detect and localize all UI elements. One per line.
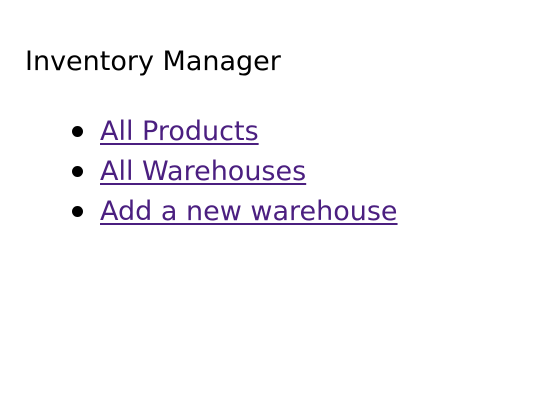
nav-item-add-warehouse: Add a new warehouse <box>72 193 398 233</box>
bullet-icon <box>72 206 83 217</box>
bullet-icon <box>72 126 83 137</box>
all-warehouses-link[interactable]: All Warehouses <box>100 156 306 187</box>
app-title: Inventory Manager <box>25 46 281 77</box>
bullet-icon <box>72 166 83 177</box>
add-warehouse-link[interactable]: Add a new warehouse <box>100 196 398 227</box>
all-products-link[interactable]: All Products <box>100 116 259 147</box>
nav-item-all-products: All Products <box>72 113 398 153</box>
nav-list: All Products All Warehouses Add a new wa… <box>72 113 398 233</box>
page: Inventory Manager All Products All Wareh… <box>0 0 548 402</box>
nav-item-all-warehouses: All Warehouses <box>72 153 398 193</box>
